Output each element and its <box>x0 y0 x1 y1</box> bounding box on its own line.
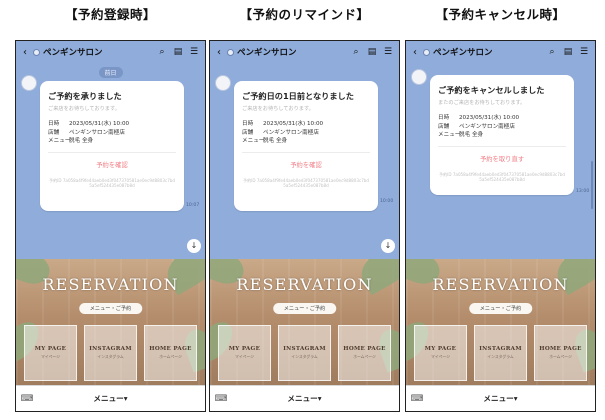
confirm-reservation-button[interactable]: 予約を確認 <box>48 160 176 169</box>
date-chip: 前日 <box>98 67 123 78</box>
phone-screen-booking: ‹ ペンギンサロン ⌕ ▤ ☰ 前日 ご予約を承りました ご来店をお待ちしており… <box>15 40 206 412</box>
confirm-reservation-button[interactable]: 予約を確認 <box>242 160 370 169</box>
rich-menu: RESERVATION メニュー・ご予約 MY PAGE マイページ INSTA… <box>406 259 595 387</box>
rich-menu: RESERVATION メニュー・ご予約 MY PAGE マイページ INSTA… <box>210 259 399 387</box>
avatar <box>411 69 427 85</box>
account-icon <box>227 48 234 56</box>
detail-row-store: 店舗 ペンギンサロン南極店 <box>242 129 319 136</box>
avatar <box>21 75 37 91</box>
phone-screen-reminder: ‹ ペンギンサロン ⌕ ▤ ☰ ご予約日の1日前となりました ご来店をお待ちして… <box>209 40 400 412</box>
reservation-id: 予約ID 7a058a4f9fe44aeb0ed3f047370581ae0ec… <box>242 177 369 189</box>
note-icon[interactable]: ▤ <box>560 47 576 57</box>
menu-reservation-button[interactable]: メニュー・ご予約 <box>468 303 533 314</box>
message-title: ご予約日の1日前となりました <box>242 91 354 101</box>
avatar <box>215 75 231 91</box>
account-icon <box>33 48 40 56</box>
instagram-button[interactable]: INSTAGRAM インスタグラム <box>474 325 527 381</box>
reminder-message-card: ご予約日の1日前となりました ご来店をお待ちしております。 日時 2023/05/… <box>234 81 378 211</box>
reservation-id: 予約ID 7a058a4f9fe44aeb0ed3f047370581ae0ec… <box>438 171 565 183</box>
detail-row-menu: メニュー 脱毛 全身 <box>242 138 288 144</box>
back-arrow-icon[interactable]: ‹ <box>19 47 31 58</box>
rich-menu: RESERVATION メニュー・ご予約 MY PAGE マイページ INSTA… <box>16 259 205 387</box>
detail-row-store: 店舗 ペンギンサロン南極店 <box>48 129 125 136</box>
caption-reminder: 【予約のリマインド】 <box>239 7 370 22</box>
detail-row-datetime: 日時 2023/05/31(水) 10:00 <box>48 121 130 127</box>
instagram-button[interactable]: INSTAGRAM インスタグラム <box>84 325 137 381</box>
message-title: ご予約を承りました <box>48 91 122 101</box>
account-icon <box>423 48 430 56</box>
home-page-button[interactable]: HOME PAGE ホームページ <box>534 325 587 381</box>
message-timestamp: 13:00 <box>576 189 590 194</box>
chat-title: ペンギンサロン <box>237 48 297 58</box>
menu-reservation-button[interactable]: メニュー・ご予約 <box>272 303 337 314</box>
back-arrow-icon[interactable]: ‹ <box>213 47 225 58</box>
menu-reservation-button[interactable]: メニュー・ご予約 <box>78 303 143 314</box>
back-arrow-icon[interactable]: ‹ <box>409 47 421 58</box>
search-icon[interactable]: ⌕ <box>154 47 170 57</box>
my-page-button[interactable]: MY PAGE マイページ <box>24 325 77 381</box>
hamburger-menu-icon[interactable]: ☰ <box>576 47 592 57</box>
keyboard-icon[interactable]: ⌨ <box>16 394 38 404</box>
hamburger-menu-icon[interactable]: ☰ <box>380 47 396 57</box>
caption-booking: 【予約登録時】 <box>64 7 156 22</box>
menu-toggle-button[interactable]: メニュー▾ <box>232 393 399 404</box>
chat-header: ‹ ペンギンサロン ⌕ ▤ ☰ <box>406 41 595 63</box>
hamburger-menu-icon[interactable]: ☰ <box>186 47 202 57</box>
home-page-button[interactable]: HOME PAGE ホームページ <box>338 325 391 381</box>
message-subtitle: ご来店をお待ちしております。 <box>48 106 120 112</box>
home-page-button[interactable]: HOME PAGE ホームページ <box>144 325 197 381</box>
rich-menu-title: RESERVATION <box>432 275 569 294</box>
chat-title: ペンギンサロン <box>433 48 493 58</box>
my-page-button[interactable]: MY PAGE マイページ <box>414 325 467 381</box>
cancel-message-card: ご予約をキャンセルしました またのご来店をお待ちしております。 日時 2023/0… <box>430 75 574 195</box>
note-icon[interactable]: ▤ <box>364 47 380 57</box>
menu-toggle-button[interactable]: メニュー▾ <box>38 393 205 404</box>
chat-header: ‹ ペンギンサロン ⌕ ▤ ☰ <box>210 41 399 63</box>
phone-screen-cancel: ‹ ペンギンサロン ⌕ ▤ ☰ ご予約をキャンセルしました またのご来店をお待ち… <box>405 40 596 412</box>
message-subtitle: またのご来店をお待ちしております。 <box>438 100 526 106</box>
chat-title: ペンギンサロン <box>43 48 103 58</box>
rich-menu-title: RESERVATION <box>236 275 373 294</box>
message-subtitle: ご来店をお待ちしております。 <box>242 106 314 112</box>
reservation-message-card: ご予約を承りました ご来店をお待ちしております。 日時 2023/05/31(水)… <box>40 81 184 211</box>
search-icon[interactable]: ⌕ <box>544 47 560 57</box>
detail-row-store: 店舗 ペンギンサロン南極店 <box>438 123 515 130</box>
menu-toggle-button[interactable]: メニュー▾ <box>428 393 595 404</box>
keyboard-icon[interactable]: ⌨ <box>406 394 428 404</box>
search-icon[interactable]: ⌕ <box>348 47 364 57</box>
caption-cancel: 【予約キャンセル時】 <box>435 7 566 22</box>
chat-scrollbar[interactable] <box>591 161 593 209</box>
chat-header: ‹ ペンギンサロン ⌕ ▤ ☰ <box>16 41 205 63</box>
keyboard-icon[interactable]: ⌨ <box>210 394 232 404</box>
menu-bar: ⌨ メニュー▾ <box>406 385 595 411</box>
menu-bar: ⌨ メニュー▾ <box>16 385 205 411</box>
message-timestamp: 10:00 <box>380 199 394 204</box>
reservation-id: 予約ID 7a058a4f9fe44aeb0ed3f047370581ae0ec… <box>48 177 175 189</box>
detail-row-menu: メニュー 脱毛 全身 <box>48 138 94 144</box>
note-icon[interactable]: ▤ <box>170 47 186 57</box>
detail-row-datetime: 日時 2023/05/31(水) 10:00 <box>438 115 520 121</box>
message-timestamp: 10:07 <box>186 203 200 208</box>
my-page-button[interactable]: MY PAGE マイページ <box>218 325 271 381</box>
arrow-down-icon[interactable]: ↓ <box>187 239 201 253</box>
menu-bar: ⌨ メニュー▾ <box>210 385 399 411</box>
rebook-reservation-button[interactable]: 予約を取り直す <box>438 154 566 163</box>
arrow-down-icon[interactable]: ↓ <box>381 239 395 253</box>
rich-menu-title: RESERVATION <box>42 275 179 294</box>
detail-row-datetime: 日時 2023/05/31(水) 10:00 <box>242 121 324 127</box>
message-title: ご予約をキャンセルしました <box>438 85 545 95</box>
instagram-button[interactable]: INSTAGRAM インスタグラム <box>278 325 331 381</box>
detail-row-menu: メニュー 脱毛 全身 <box>438 132 484 138</box>
